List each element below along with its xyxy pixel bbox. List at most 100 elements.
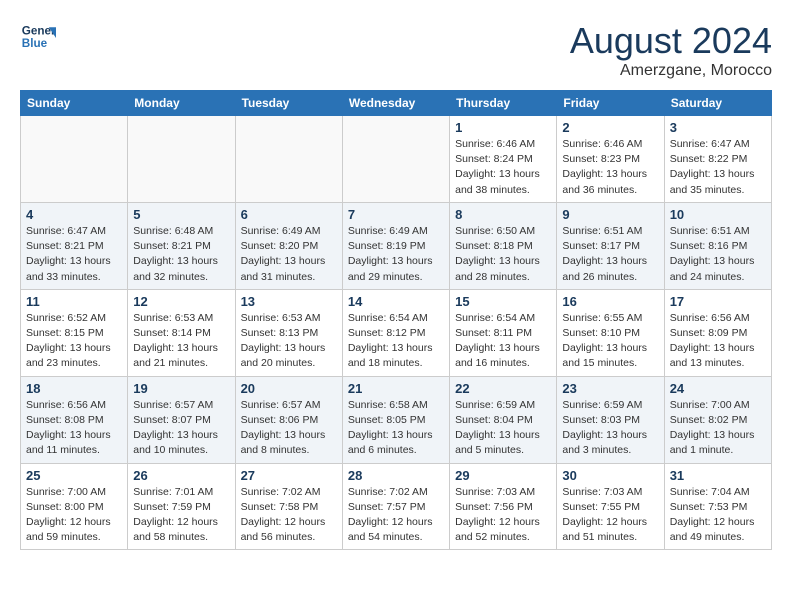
day-number: 26 (133, 468, 229, 483)
day-number: 25 (26, 468, 122, 483)
calendar-day-cell: 22 Sunrise: 6:59 AM Sunset: 8:04 PM Dayli… (450, 376, 557, 463)
day-info: Sunrise: 7:03 AM Sunset: 7:55 PM Dayligh… (562, 485, 658, 546)
day-info: Sunrise: 6:49 AM Sunset: 8:19 PM Dayligh… (348, 224, 444, 285)
day-number: 16 (562, 294, 658, 309)
calendar-week-row: 18 Sunrise: 6:56 AM Sunset: 8:08 PM Dayli… (21, 376, 772, 463)
calendar-day-cell: 4Sunrise: 6:47 AM Sunset: 8:21 PM Daylig… (21, 202, 128, 289)
day-info: Sunrise: 6:59 AM Sunset: 8:03 PM Dayligh… (562, 398, 658, 459)
day-number: 28 (348, 468, 444, 483)
day-number: 13 (241, 294, 337, 309)
calendar-day-cell (342, 116, 449, 203)
subtitle: Amerzgane, Morocco (570, 62, 772, 80)
calendar-day-cell: 23 Sunrise: 6:59 AM Sunset: 8:03 PM Dayli… (557, 376, 664, 463)
calendar-header-cell: Friday (557, 91, 664, 116)
day-info: Sunrise: 6:56 AM Sunset: 8:09 PM Dayligh… (670, 311, 766, 372)
calendar-header-cell: Sunday (21, 91, 128, 116)
calendar-day-cell: 25 Sunrise: 7:00 AM Sunset: 8:00 PM Dayli… (21, 463, 128, 550)
calendar-day-cell: 10 Sunrise: 6:51 AM Sunset: 8:16 PM Dayli… (664, 202, 771, 289)
day-number: 17 (670, 294, 766, 309)
day-number: 20 (241, 381, 337, 396)
calendar-table: SundayMondayTuesdayWednesdayThursdayFrid… (20, 90, 772, 550)
day-info: Sunrise: 7:00 AM Sunset: 8:02 PM Dayligh… (670, 398, 766, 459)
day-number: 11 (26, 294, 122, 309)
calendar-day-cell: 16 Sunrise: 6:55 AM Sunset: 8:10 PM Dayli… (557, 289, 664, 376)
day-number: 1 (455, 120, 551, 135)
day-number: 6 (241, 207, 337, 222)
day-info: Sunrise: 6:57 AM Sunset: 8:07 PM Dayligh… (133, 398, 229, 459)
day-info: Sunrise: 6:54 AM Sunset: 8:11 PM Dayligh… (455, 311, 551, 372)
day-info: Sunrise: 7:02 AM Sunset: 7:58 PM Dayligh… (241, 485, 337, 546)
day-info: Sunrise: 6:57 AM Sunset: 8:06 PM Dayligh… (241, 398, 337, 459)
day-info: Sunrise: 6:53 AM Sunset: 8:13 PM Dayligh… (241, 311, 337, 372)
day-info: Sunrise: 6:52 AM Sunset: 8:15 PM Dayligh… (26, 311, 122, 372)
day-number: 8 (455, 207, 551, 222)
day-info: Sunrise: 6:49 AM Sunset: 8:20 PM Dayligh… (241, 224, 337, 285)
day-info: Sunrise: 6:46 AM Sunset: 8:23 PM Dayligh… (562, 137, 658, 198)
main-title: August 2024 (570, 20, 772, 62)
day-number: 7 (348, 207, 444, 222)
calendar-header-cell: Saturday (664, 91, 771, 116)
day-info: Sunrise: 7:01 AM Sunset: 7:59 PM Dayligh… (133, 485, 229, 546)
calendar-day-cell: 24 Sunrise: 7:00 AM Sunset: 8:02 PM Dayli… (664, 376, 771, 463)
calendar-day-cell: 2 Sunrise: 6:46 AM Sunset: 8:23 PM Daylig… (557, 116, 664, 203)
calendar-day-cell: 17 Sunrise: 6:56 AM Sunset: 8:09 PM Dayli… (664, 289, 771, 376)
svg-text:Blue: Blue (22, 37, 48, 50)
calendar-day-cell: 5 Sunrise: 6:48 AM Sunset: 8:21 PM Daylig… (128, 202, 235, 289)
calendar-day-cell: 31Sunrise: 7:04 AM Sunset: 7:53 PM Dayli… (664, 463, 771, 550)
day-number: 21 (348, 381, 444, 396)
day-number: 2 (562, 120, 658, 135)
day-number: 5 (133, 207, 229, 222)
calendar-header-cell: Tuesday (235, 91, 342, 116)
day-info: Sunrise: 6:53 AM Sunset: 8:14 PM Dayligh… (133, 311, 229, 372)
day-number: 19 (133, 381, 229, 396)
calendar-day-cell: 1Sunrise: 6:46 AM Sunset: 8:24 PM Daylig… (450, 116, 557, 203)
day-info: Sunrise: 6:58 AM Sunset: 8:05 PM Dayligh… (348, 398, 444, 459)
calendar-day-cell: 19 Sunrise: 6:57 AM Sunset: 8:07 PM Dayli… (128, 376, 235, 463)
svg-text:General: General (22, 24, 56, 37)
day-info: Sunrise: 7:03 AM Sunset: 7:56 PM Dayligh… (455, 485, 551, 546)
day-info: Sunrise: 6:48 AM Sunset: 8:21 PM Dayligh… (133, 224, 229, 285)
calendar-day-cell: 27Sunrise: 7:02 AM Sunset: 7:58 PM Dayli… (235, 463, 342, 550)
calendar-day-cell: 13 Sunrise: 6:53 AM Sunset: 8:13 PM Dayli… (235, 289, 342, 376)
title-block: August 2024 Amerzgane, Morocco (570, 20, 772, 80)
calendar-day-cell: 3Sunrise: 6:47 AM Sunset: 8:22 PM Daylig… (664, 116, 771, 203)
calendar-header-cell: Thursday (450, 91, 557, 116)
day-number: 9 (562, 207, 658, 222)
day-number: 22 (455, 381, 551, 396)
calendar-week-row: 11 Sunrise: 6:52 AM Sunset: 8:15 PM Dayli… (21, 289, 772, 376)
day-info: Sunrise: 6:55 AM Sunset: 8:10 PM Dayligh… (562, 311, 658, 372)
day-info: Sunrise: 6:59 AM Sunset: 8:04 PM Dayligh… (455, 398, 551, 459)
day-number: 18 (26, 381, 122, 396)
calendar-day-cell: 14 Sunrise: 6:54 AM Sunset: 8:12 PM Dayli… (342, 289, 449, 376)
day-number: 14 (348, 294, 444, 309)
day-number: 10 (670, 207, 766, 222)
day-info: Sunrise: 6:56 AM Sunset: 8:08 PM Dayligh… (26, 398, 122, 459)
calendar-day-cell: 21 Sunrise: 6:58 AM Sunset: 8:05 PM Dayli… (342, 376, 449, 463)
calendar-header-cell: Monday (128, 91, 235, 116)
calendar-day-cell: 28Sunrise: 7:02 AM Sunset: 7:57 PM Dayli… (342, 463, 449, 550)
calendar-day-cell: 18 Sunrise: 6:56 AM Sunset: 8:08 PM Dayli… (21, 376, 128, 463)
day-info: Sunrise: 6:47 AM Sunset: 8:21 PM Dayligh… (26, 224, 122, 285)
calendar-day-cell: 8 Sunrise: 6:50 AM Sunset: 8:18 PM Daylig… (450, 202, 557, 289)
calendar-day-cell (128, 116, 235, 203)
calendar-day-cell: 15 Sunrise: 6:54 AM Sunset: 8:11 PM Dayli… (450, 289, 557, 376)
calendar-day-cell: 26 Sunrise: 7:01 AM Sunset: 7:59 PM Dayli… (128, 463, 235, 550)
calendar-week-row: 4Sunrise: 6:47 AM Sunset: 8:21 PM Daylig… (21, 202, 772, 289)
calendar-header-row: SundayMondayTuesdayWednesdayThursdayFrid… (21, 91, 772, 116)
calendar-day-cell: 29Sunrise: 7:03 AM Sunset: 7:56 PM Dayli… (450, 463, 557, 550)
day-number: 15 (455, 294, 551, 309)
calendar-day-cell: 7 Sunrise: 6:49 AM Sunset: 8:19 PM Daylig… (342, 202, 449, 289)
calendar-week-row: 25 Sunrise: 7:00 AM Sunset: 8:00 PM Dayli… (21, 463, 772, 550)
day-info: Sunrise: 6:54 AM Sunset: 8:12 PM Dayligh… (348, 311, 444, 372)
logo-icon: General Blue (20, 20, 56, 56)
day-info: Sunrise: 6:51 AM Sunset: 8:16 PM Dayligh… (670, 224, 766, 285)
day-info: Sunrise: 7:00 AM Sunset: 8:00 PM Dayligh… (26, 485, 122, 546)
calendar-day-cell (21, 116, 128, 203)
calendar-day-cell: 20 Sunrise: 6:57 AM Sunset: 8:06 PM Dayli… (235, 376, 342, 463)
calendar-week-row: 1Sunrise: 6:46 AM Sunset: 8:24 PM Daylig… (21, 116, 772, 203)
day-info: Sunrise: 6:50 AM Sunset: 8:18 PM Dayligh… (455, 224, 551, 285)
day-number: 24 (670, 381, 766, 396)
day-info: Sunrise: 6:51 AM Sunset: 8:17 PM Dayligh… (562, 224, 658, 285)
day-number: 23 (562, 381, 658, 396)
calendar-day-cell (235, 116, 342, 203)
